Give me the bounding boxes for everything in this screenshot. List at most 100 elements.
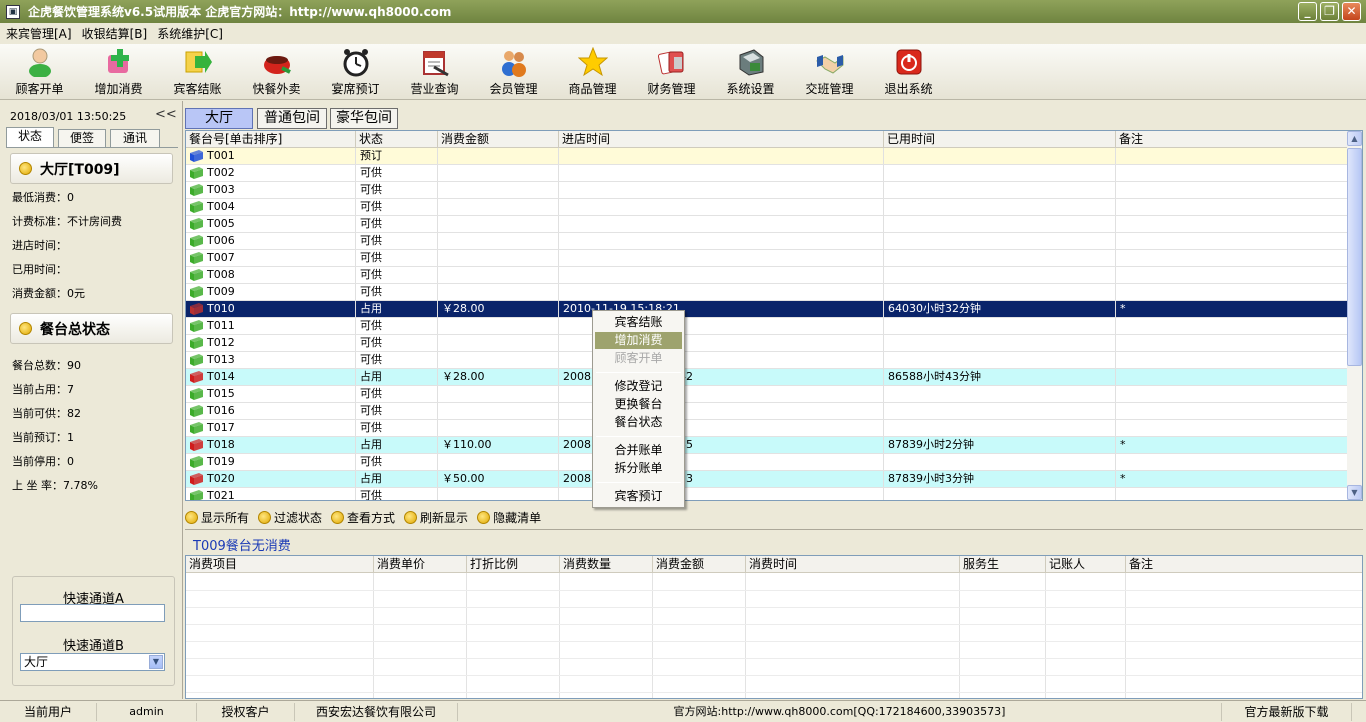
tab-communication[interactable]: 通讯 — [110, 129, 160, 147]
table-row[interactable]: T007 可供 — [186, 250, 1349, 267]
cell-status: 可供 — [356, 182, 438, 198]
table-scrollbar[interactable]: ▲ ▼ — [1347, 131, 1362, 500]
col-detail-note[interactable]: 备注 — [1126, 556, 1362, 573]
menu-item-table-status[interactable]: 餐台状态 — [595, 414, 682, 431]
table-row[interactable]: T018 占用 ￥110.00 2008 35 87839小时2分钟 * — [186, 437, 1349, 454]
table-row[interactable]: T003 可供 — [186, 182, 1349, 199]
table-row[interactable]: T016 可供 — [186, 403, 1349, 420]
toolbar-banquet-reservation-button[interactable]: 宴席预订 — [316, 44, 395, 100]
scroll-thumb[interactable] — [1347, 148, 1362, 366]
col-consume-time[interactable]: 消费时间 — [746, 556, 960, 573]
col-item[interactable]: 消费项目 — [186, 556, 374, 573]
menu-system-maintenance[interactable]: 系统维护[C] — [157, 25, 223, 42]
menu-item-open-order[interactable]: 顾客开单 — [595, 350, 682, 367]
cell-elapsed: 87839小时3分钟 — [884, 471, 1116, 487]
col-time-in[interactable]: 进店时间 — [559, 131, 884, 148]
toolbar-finance-management-button[interactable]: 财务管理 — [632, 44, 711, 100]
toolbar-goods-management-button[interactable]: 商品管理 — [553, 44, 632, 100]
tab-status[interactable]: 状态 — [6, 127, 54, 147]
toolbar-shift-handover-button[interactable]: 交班管理 — [790, 44, 869, 100]
cell-amount — [438, 199, 559, 215]
filter-status-button[interactable]: 过滤状态 — [258, 509, 322, 526]
table-row[interactable]: T008 可供 — [186, 267, 1349, 284]
cell-elapsed — [884, 250, 1116, 266]
menu-cashier[interactable]: 收银结算[B] — [82, 25, 148, 42]
table-row[interactable]: T015 可供 — [186, 386, 1349, 403]
menu-item-edit-registration[interactable]: 修改登记 — [595, 378, 682, 395]
col-quantity[interactable]: 消费数量 — [560, 556, 653, 573]
status-website[interactable]: 官方网站:http://www.qh8000.com[QQ:172184600,… — [458, 703, 1222, 721]
table-row[interactable]: T005 可供 — [186, 216, 1349, 233]
toolbar-business-query-button[interactable]: 营业查询 — [395, 44, 474, 100]
col-note[interactable]: 备注 — [1116, 131, 1349, 148]
table-row[interactable]: T019 可供 — [186, 454, 1349, 471]
table-row[interactable]: T001 预订 — [186, 148, 1349, 165]
restore-button[interactable]: ❐ — [1320, 2, 1339, 21]
col-discount[interactable]: 打折比例 — [467, 556, 560, 573]
table-row[interactable]: T009 可供 — [186, 284, 1349, 301]
hide-list-button[interactable]: 隐藏清单 — [477, 509, 541, 526]
cell-table-id: T003 — [186, 182, 356, 198]
col-recorder[interactable]: 记账人 — [1046, 556, 1126, 573]
table-row[interactable]: T014 占用 ￥28.00 2008 42 86588小时43分钟 — [186, 369, 1349, 386]
coin-icon — [404, 510, 418, 524]
tab-notes[interactable]: 便签 — [58, 129, 106, 147]
detail-column — [1046, 573, 1126, 698]
menu-item-checkout[interactable]: 宾客结账 — [595, 314, 682, 331]
table-row[interactable]: T021 可供 — [186, 488, 1349, 500]
toolbar-checkout-button[interactable]: 宾客结账 — [158, 44, 237, 100]
cell-note — [1116, 165, 1349, 181]
scroll-up-icon[interactable]: ▲ — [1347, 131, 1362, 146]
quick-channel-a-input[interactable] — [20, 604, 165, 622]
table-row[interactable]: T013 可供 — [186, 352, 1349, 369]
menu-item-add-consumption[interactable]: 增加消费 — [595, 332, 682, 349]
show-all-button[interactable]: 显示所有 — [185, 509, 249, 526]
col-waiter[interactable]: 服务生 — [960, 556, 1046, 573]
toolbar-exit-system-button[interactable]: 退出系统 — [869, 44, 948, 100]
table-row[interactable]: T002 可供 — [186, 165, 1349, 182]
collapse-panel-button[interactable]: << — [155, 107, 177, 122]
table-row[interactable]: T012 可供 — [186, 335, 1349, 352]
coin-icon — [19, 162, 32, 175]
menu-guest-management[interactable]: 来宾管理[A] — [6, 25, 72, 42]
col-detail-amount[interactable]: 消费金额 — [653, 556, 746, 573]
table-row[interactable]: T011 可供 — [186, 318, 1349, 335]
status-client: 西安宏达餐饮有限公司 — [295, 703, 458, 721]
toolbar-member-management-button[interactable]: 会员管理 — [474, 44, 553, 100]
menu-item-merge-bills[interactable]: 合并账单 — [595, 442, 682, 459]
view-mode-button[interactable]: 查看方式 — [331, 509, 395, 526]
table-row[interactable]: T004 可供 — [186, 199, 1349, 216]
menu-item-split-bill[interactable]: 拆分账单 — [595, 460, 682, 477]
settings-box-icon — [736, 47, 766, 77]
tab-standard-room[interactable]: 普通包间 — [257, 108, 327, 129]
table-flag-icon — [189, 200, 204, 214]
scroll-down-icon[interactable]: ▼ — [1347, 485, 1362, 500]
col-elapsed[interactable]: 已用时间 — [884, 131, 1116, 148]
menu-item-guest-reservation[interactable]: 宾客预订 — [595, 488, 682, 505]
col-table-id[interactable]: 餐台号[单击排序] — [186, 131, 356, 148]
col-amount[interactable]: 消费金额 — [438, 131, 559, 148]
table-row[interactable]: T010 占用 ￥28.00 2010-11-19 15:18:21 64030小时32… — [186, 301, 1349, 318]
toolbar-add-consumption-button[interactable]: 增加消费 — [79, 44, 158, 100]
cell-note: * — [1116, 301, 1349, 317]
col-status[interactable]: 状态 — [356, 131, 438, 148]
cell-amount: ￥28.00 — [438, 301, 559, 317]
toolbar-takeout-button[interactable]: 快餐外卖 — [237, 44, 316, 100]
quick-channel-b-select[interactable]: 大厅 ▼ — [20, 653, 165, 671]
cell-table-id: T014 — [186, 369, 356, 385]
toolbar-open-order-button[interactable]: 顾客开单 — [0, 44, 79, 100]
table-row[interactable]: T017 可供 — [186, 420, 1349, 437]
toolbar-system-settings-button[interactable]: 系统设置 — [711, 44, 790, 100]
minimize-button[interactable]: _ — [1298, 2, 1317, 21]
table-row[interactable]: T006 可供 — [186, 233, 1349, 250]
chevron-down-icon[interactable]: ▼ — [149, 655, 163, 669]
tab-deluxe-room[interactable]: 豪华包间 — [330, 108, 398, 129]
cell-elapsed — [884, 148, 1116, 164]
download-latest-link[interactable]: 官方最新版下载 — [1222, 703, 1352, 721]
refresh-button[interactable]: 刷新显示 — [404, 509, 468, 526]
tab-hall[interactable]: 大厅 — [185, 108, 253, 129]
close-button[interactable]: ✕ — [1342, 2, 1361, 21]
col-unit-price[interactable]: 消费单价 — [374, 556, 467, 573]
table-row[interactable]: T020 占用 ￥50.00 2008 53 87839小时3分钟 * — [186, 471, 1349, 488]
menu-item-change-table[interactable]: 更换餐台 — [595, 396, 682, 413]
